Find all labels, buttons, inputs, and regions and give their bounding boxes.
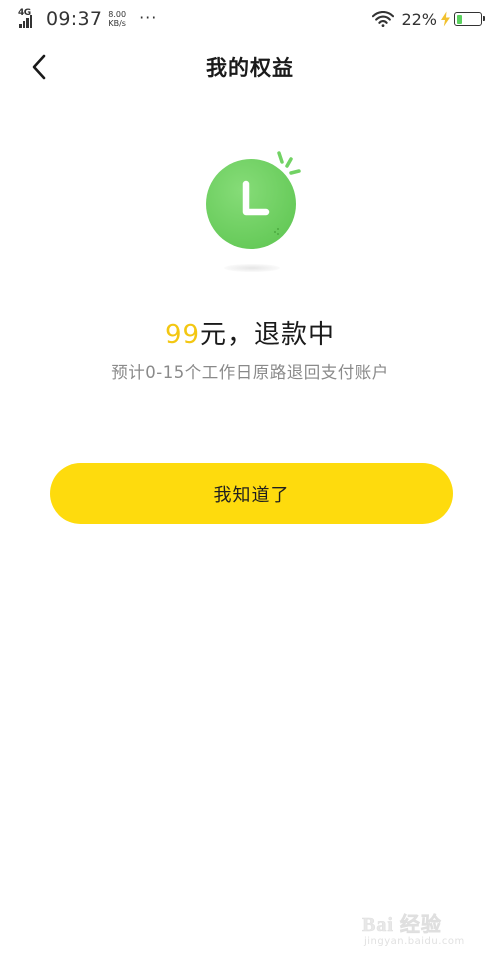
refund-amount: 99 bbox=[164, 320, 201, 350]
clock-shadow bbox=[224, 264, 280, 272]
network-speed-unit: KB/s bbox=[108, 19, 126, 28]
refund-status-text: 99元，退款中 bbox=[0, 314, 500, 351]
signal-bars bbox=[19, 15, 32, 28]
refund-illustration bbox=[200, 150, 310, 275]
status-bar-left: 4G 09:37 8.00 KB/s ··· bbox=[18, 6, 157, 32]
page-title: 我的权益 bbox=[206, 56, 294, 80]
baidu-jingyan-watermark: Bai 经验 jingyan.baidu.com bbox=[358, 904, 478, 954]
lightning-icon bbox=[441, 11, 450, 27]
refund-note: 预计0-15个工作日原路退回支付账户 bbox=[111, 363, 389, 382]
battery-percentage: 22% bbox=[401, 9, 437, 29]
refund-status-label: 元，退款中 bbox=[200, 320, 336, 350]
status-bar: 4G 09:37 8.00 KB/s ··· 22% bbox=[0, 0, 500, 38]
clock-icon bbox=[206, 151, 301, 249]
battery-icon bbox=[454, 12, 485, 26]
status-bar-right: 22% bbox=[372, 6, 485, 32]
battery-level bbox=[456, 14, 462, 24]
more-notifications-icon: ··· bbox=[139, 7, 158, 27]
watermark-logo-text: Bai 经验 bbox=[362, 914, 442, 937]
status-time: 09:37 bbox=[46, 8, 103, 30]
got-it-button[interactable]: 我知道了 bbox=[50, 463, 453, 524]
navigation-bar: 我的权益 bbox=[0, 38, 500, 96]
network-speed-value: 8.00 bbox=[108, 10, 127, 19]
wifi-icon bbox=[372, 11, 395, 27]
network-speed: 8.00 KB/s bbox=[108, 10, 126, 28]
cellular-signal-icon: 4G bbox=[18, 8, 44, 29]
watermark-url: jingyan.baidu.com bbox=[364, 936, 465, 947]
